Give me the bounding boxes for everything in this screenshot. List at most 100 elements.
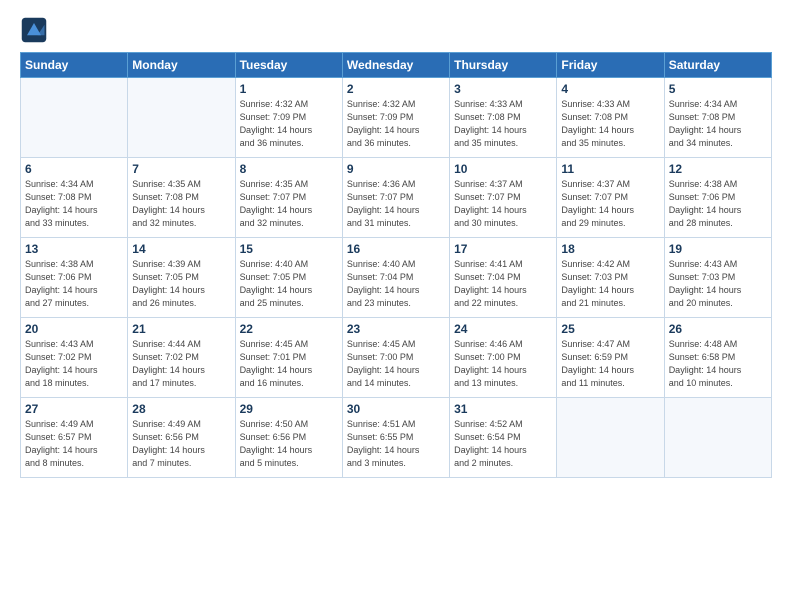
day-number: 27 [25, 402, 123, 416]
day-cell: 22 Sunrise: 4:45 AM Sunset: 7:01 PM Dayli… [235, 318, 342, 398]
day-info: Sunrise: 4:32 AM Sunset: 7:09 PM Dayligh… [240, 98, 338, 150]
day-number: 14 [132, 242, 230, 256]
day-number: 5 [669, 82, 767, 96]
day-number: 22 [240, 322, 338, 336]
week-row-2: 6 Sunrise: 4:34 AM Sunset: 7:08 PM Daylig… [21, 158, 772, 238]
day-info: Sunrise: 4:42 AM Sunset: 7:03 PM Dayligh… [561, 258, 659, 310]
day-cell: 20 Sunrise: 4:43 AM Sunset: 7:02 PM Dayli… [21, 318, 128, 398]
logo-icon [20, 16, 48, 44]
day-number: 18 [561, 242, 659, 256]
day-number: 21 [132, 322, 230, 336]
weekday-header-friday: Friday [557, 53, 664, 78]
day-info: Sunrise: 4:41 AM Sunset: 7:04 PM Dayligh… [454, 258, 552, 310]
header [20, 16, 772, 44]
day-info: Sunrise: 4:48 AM Sunset: 6:58 PM Dayligh… [669, 338, 767, 390]
day-info: Sunrise: 4:35 AM Sunset: 7:07 PM Dayligh… [240, 178, 338, 230]
logo [20, 16, 50, 44]
day-cell: 4 Sunrise: 4:33 AM Sunset: 7:08 PM Daylig… [557, 78, 664, 158]
day-cell [128, 78, 235, 158]
day-cell [664, 398, 771, 478]
day-info: Sunrise: 4:40 AM Sunset: 7:04 PM Dayligh… [347, 258, 445, 310]
day-number: 20 [25, 322, 123, 336]
day-info: Sunrise: 4:49 AM Sunset: 6:56 PM Dayligh… [132, 418, 230, 470]
day-cell: 19Sunrise: 4:43 AM Sunset: 7:03 PM Dayli… [664, 238, 771, 318]
weekday-header-saturday: Saturday [664, 53, 771, 78]
day-info: Sunrise: 4:52 AM Sunset: 6:54 PM Dayligh… [454, 418, 552, 470]
day-cell: 15Sunrise: 4:40 AM Sunset: 7:05 PM Dayli… [235, 238, 342, 318]
weekday-header-thursday: Thursday [450, 53, 557, 78]
day-cell: 9 Sunrise: 4:36 AM Sunset: 7:07 PM Daylig… [342, 158, 449, 238]
day-info: Sunrise: 4:36 AM Sunset: 7:07 PM Dayligh… [347, 178, 445, 230]
day-cell: 30 Sunrise: 4:51 AM Sunset: 6:55 PM Dayli… [342, 398, 449, 478]
day-cell: 3 Sunrise: 4:33 AM Sunset: 7:08 PM Daylig… [450, 78, 557, 158]
day-number: 4 [561, 82, 659, 96]
day-info: Sunrise: 4:32 AM Sunset: 7:09 PM Dayligh… [347, 98, 445, 150]
day-number: 6 [25, 162, 123, 176]
day-number: 13 [25, 242, 123, 256]
page: SundayMondayTuesdayWednesdayThursdayFrid… [0, 0, 792, 494]
day-cell: 13 Sunrise: 4:38 AM Sunset: 7:06 PM Dayli… [21, 238, 128, 318]
day-number: 17 [454, 242, 552, 256]
day-number: 30 [347, 402, 445, 416]
day-number: 1 [240, 82, 338, 96]
day-cell: 12 Sunrise: 4:38 AM Sunset: 7:06 PM Dayli… [664, 158, 771, 238]
day-info: Sunrise: 4:37 AM Sunset: 7:07 PM Dayligh… [561, 178, 659, 230]
day-number: 2 [347, 82, 445, 96]
week-row-1: 1 Sunrise: 4:32 AM Sunset: 7:09 PM Daylig… [21, 78, 772, 158]
day-cell: 10 Sunrise: 4:37 AM Sunset: 7:07 PM Dayli… [450, 158, 557, 238]
day-cell: 6 Sunrise: 4:34 AM Sunset: 7:08 PM Daylig… [21, 158, 128, 238]
weekday-header-sunday: Sunday [21, 53, 128, 78]
day-cell: 27 Sunrise: 4:49 AM Sunset: 6:57 PM Dayli… [21, 398, 128, 478]
day-number: 31 [454, 402, 552, 416]
day-info: Sunrise: 4:33 AM Sunset: 7:08 PM Dayligh… [561, 98, 659, 150]
day-cell [21, 78, 128, 158]
week-row-5: 27 Sunrise: 4:49 AM Sunset: 6:57 PM Dayli… [21, 398, 772, 478]
weekday-header-tuesday: Tuesday [235, 53, 342, 78]
day-number: 3 [454, 82, 552, 96]
week-row-3: 13 Sunrise: 4:38 AM Sunset: 7:06 PM Dayli… [21, 238, 772, 318]
day-cell: 5Sunrise: 4:34 AM Sunset: 7:08 PM Daylig… [664, 78, 771, 158]
day-number: 8 [240, 162, 338, 176]
day-info: Sunrise: 4:45 AM Sunset: 7:00 PM Dayligh… [347, 338, 445, 390]
day-number: 10 [454, 162, 552, 176]
day-info: Sunrise: 4:38 AM Sunset: 7:06 PM Dayligh… [25, 258, 123, 310]
day-cell: 1 Sunrise: 4:32 AM Sunset: 7:09 PM Daylig… [235, 78, 342, 158]
day-info: Sunrise: 4:45 AM Sunset: 7:01 PM Dayligh… [240, 338, 338, 390]
day-number: 28 [132, 402, 230, 416]
week-row-4: 20 Sunrise: 4:43 AM Sunset: 7:02 PM Dayli… [21, 318, 772, 398]
day-info: Sunrise: 4:43 AM Sunset: 7:03 PM Dayligh… [669, 258, 767, 310]
day-info: Sunrise: 4:51 AM Sunset: 6:55 PM Dayligh… [347, 418, 445, 470]
day-cell: 17 Sunrise: 4:41 AM Sunset: 7:04 PM Dayli… [450, 238, 557, 318]
day-cell: 14 Sunrise: 4:39 AM Sunset: 7:05 PM Dayli… [128, 238, 235, 318]
day-number: 11 [561, 162, 659, 176]
day-number: 9 [347, 162, 445, 176]
day-info: Sunrise: 4:43 AM Sunset: 7:02 PM Dayligh… [25, 338, 123, 390]
day-number: 24 [454, 322, 552, 336]
day-cell: 11 Sunrise: 4:37 AM Sunset: 7:07 PM Dayli… [557, 158, 664, 238]
day-info: Sunrise: 4:33 AM Sunset: 7:08 PM Dayligh… [454, 98, 552, 150]
weekday-header-row: SundayMondayTuesdayWednesdayThursdayFrid… [21, 53, 772, 78]
day-number: 12 [669, 162, 767, 176]
day-cell: 21 Sunrise: 4:44 AM Sunset: 7:02 PM Dayli… [128, 318, 235, 398]
day-info: Sunrise: 4:47 AM Sunset: 6:59 PM Dayligh… [561, 338, 659, 390]
day-info: Sunrise: 4:35 AM Sunset: 7:08 PM Dayligh… [132, 178, 230, 230]
day-cell: 8 Sunrise: 4:35 AM Sunset: 7:07 PM Daylig… [235, 158, 342, 238]
day-info: Sunrise: 4:37 AM Sunset: 7:07 PM Dayligh… [454, 178, 552, 230]
day-cell: 26 Sunrise: 4:48 AM Sunset: 6:58 PM Dayli… [664, 318, 771, 398]
day-info: Sunrise: 4:50 AM Sunset: 6:56 PM Dayligh… [240, 418, 338, 470]
day-cell: 18 Sunrise: 4:42 AM Sunset: 7:03 PM Dayli… [557, 238, 664, 318]
day-cell: 28 Sunrise: 4:49 AM Sunset: 6:56 PM Dayli… [128, 398, 235, 478]
day-info: Sunrise: 4:49 AM Sunset: 6:57 PM Dayligh… [25, 418, 123, 470]
day-info: Sunrise: 4:39 AM Sunset: 7:05 PM Dayligh… [132, 258, 230, 310]
day-number: 23 [347, 322, 445, 336]
day-info: Sunrise: 4:38 AM Sunset: 7:06 PM Dayligh… [669, 178, 767, 230]
day-number: 25 [561, 322, 659, 336]
day-cell: 16Sunrise: 4:40 AM Sunset: 7:04 PM Dayli… [342, 238, 449, 318]
day-cell: 29Sunrise: 4:50 AM Sunset: 6:56 PM Dayli… [235, 398, 342, 478]
day-cell: 31 Sunrise: 4:52 AM Sunset: 6:54 PM Dayli… [450, 398, 557, 478]
weekday-header-wednesday: Wednesday [342, 53, 449, 78]
day-cell: 23 Sunrise: 4:45 AM Sunset: 7:00 PM Dayli… [342, 318, 449, 398]
day-info: Sunrise: 4:34 AM Sunset: 7:08 PM Dayligh… [25, 178, 123, 230]
day-number: 26 [669, 322, 767, 336]
day-info: Sunrise: 4:44 AM Sunset: 7:02 PM Dayligh… [132, 338, 230, 390]
